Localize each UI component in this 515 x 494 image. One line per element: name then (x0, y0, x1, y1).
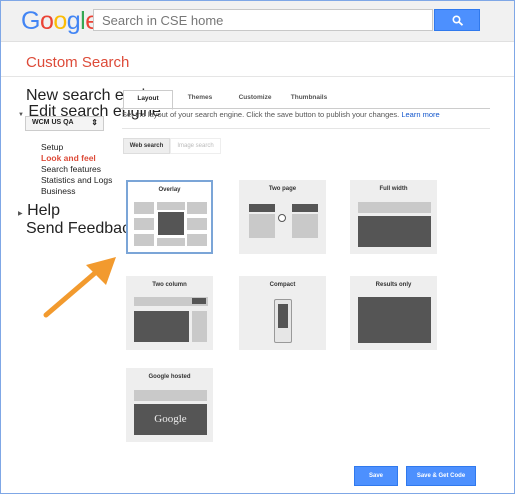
logo-letter: o (39, 7, 54, 35)
card-label: Two page (268, 186, 297, 192)
help-toggle[interactable]: ▶ Help (18, 202, 60, 220)
tabs-divider (120, 108, 490, 109)
layout-card-results-only[interactable]: Results only (350, 276, 437, 350)
layout-card-compact[interactable]: Compact (239, 276, 326, 350)
select-arrows-icon: ⇕ (91, 118, 98, 127)
layout-description: Set the layout of your search engine. Cl… (122, 110, 440, 119)
web-search-tab[interactable]: Web search (123, 138, 170, 154)
layout-card-overlay[interactable]: Overlay (126, 180, 213, 254)
logo-letter: G (21, 7, 40, 35)
save-button[interactable]: Save (354, 466, 398, 486)
sidebar-item-search-features[interactable]: Search features (41, 164, 101, 174)
layout-card-full-width[interactable]: Full width (350, 180, 437, 254)
help-label: Help (27, 202, 60, 219)
logo-letter: o (53, 7, 67, 35)
layout-card-google-hosted[interactable]: Google hosted Google (126, 368, 213, 442)
engine-select[interactable]: WCM US QA ⇕ (25, 116, 104, 131)
description-text: Set the layout of your search engine. Cl… (122, 110, 402, 119)
top-header: Google Search in CSE home (1, 1, 514, 42)
caret-right-icon: ▶ (18, 211, 23, 217)
engine-select-value: WCM US QA (32, 119, 74, 126)
sidebar-item-statistics-and-logs[interactable]: Statistics and Logs (41, 175, 112, 185)
search-input[interactable]: Search in CSE home (93, 9, 433, 31)
card-label: Compact (269, 282, 296, 288)
card-label: Two column (152, 282, 187, 288)
sidebar-item-business[interactable]: Business (41, 186, 76, 196)
save-and-get-code-button[interactable]: Save & Get Code (406, 466, 476, 486)
card-label: Full width (379, 186, 408, 192)
tab-customize[interactable]: Customize (231, 90, 279, 108)
learn-more-link[interactable]: Learn more (401, 110, 439, 119)
image-search-tab[interactable]: Image search (170, 138, 221, 154)
sidebar-item-setup[interactable]: Setup (41, 142, 63, 152)
title-divider (1, 76, 514, 77)
layout-card-two-column[interactable]: Two column (126, 276, 213, 350)
magnifier-icon (452, 15, 464, 26)
card-label: Overlay (158, 187, 181, 193)
sidebar-item-look-and-feel[interactable]: Look and feel (41, 153, 96, 163)
tab-themes[interactable]: Themes (180, 90, 220, 108)
send-feedback-link[interactable]: Send Feedback (26, 220, 138, 238)
google-logo[interactable]: Google (21, 7, 99, 36)
search-button[interactable] (434, 9, 480, 31)
caret-down-icon: ▼ (18, 112, 24, 118)
tab-layout[interactable]: Layout (123, 90, 173, 110)
page-title: Custom Search (26, 54, 130, 71)
card-label: Results only (375, 282, 412, 288)
tab-thumbnails[interactable]: Thumbnails (284, 90, 334, 108)
logo-letter: g (66, 7, 81, 35)
google-hosted-logo: Google (154, 413, 187, 425)
description-divider (122, 128, 490, 129)
orange-arrow-annotation (43, 257, 116, 318)
layout-card-two-page[interactable]: Two page (239, 180, 326, 254)
card-label: Google hosted (148, 374, 191, 380)
